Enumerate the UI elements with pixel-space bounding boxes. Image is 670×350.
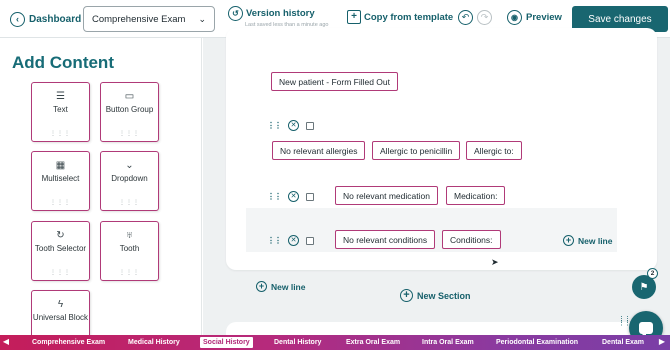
row-checkbox[interactable] [306, 121, 314, 130]
tile-text[interactable]: ☰ Text ⋮⋮⋮ [31, 82, 90, 142]
new-line-label: New line [271, 281, 306, 292]
drag-handle-icon[interactable]: ⋮⋮ [267, 192, 282, 201]
tab-dental-exam[interactable]: Dental Exam [599, 337, 647, 348]
chip-option[interactable]: Allergic to penicillin [372, 141, 461, 160]
row-new-line-button[interactable]: + New line [563, 235, 612, 246]
tooth-icon: ♅ [125, 230, 134, 241]
tab-medical-history[interactable]: Medical History [125, 337, 183, 348]
chip-option[interactable]: Conditions: [442, 230, 501, 249]
chat-bubble-icon [639, 322, 653, 338]
dashboard-label: Dashboard [29, 13, 82, 25]
dashboard-link[interactable]: ‹ Dashboard [10, 10, 81, 28]
mouse-pointer-icon: ➤ [491, 257, 499, 267]
new-line-label: New line [578, 235, 613, 246]
drag-grip-icon: ⋮⋮⋮ [119, 200, 140, 206]
tile-label: Text [53, 105, 68, 114]
plus-icon: + [563, 235, 574, 246]
chip-option[interactable]: No relevant conditions [335, 230, 436, 249]
eye-icon: ◉ [507, 10, 522, 25]
tabs-scroll-right-icon[interactable]: ▶ [656, 337, 668, 346]
tab-extra-oral-exam[interactable]: Extra Oral Exam [343, 337, 403, 348]
add-content-panel: Add Content ☰ Text ⋮⋮⋮ ▭ Button Group ⋮⋮… [0, 38, 202, 335]
lightning-icon: ϟ [57, 299, 64, 310]
chevron-down-icon: ⌄ [125, 160, 134, 171]
drag-handle-icon[interactable]: ⋮⋮ [267, 121, 282, 130]
undo-button[interactable]: ↶ [458, 10, 473, 25]
tab-intra-oral-exam[interactable]: Intra Oral Exam [419, 337, 477, 348]
copy-template-label: Copy from template [364, 11, 454, 23]
drag-grip-icon: ⋮⋮⋮ [119, 131, 140, 137]
plus-icon: + [256, 281, 267, 292]
tile-multiselect[interactable]: ▦ Multiselect ⋮⋮⋮ [31, 151, 90, 211]
exam-select[interactable]: Comprehensive Exam ⌄ [83, 6, 215, 32]
row-controls: ⋮⋮ ✕ [267, 235, 314, 246]
remove-row-icon[interactable]: ✕ [288, 235, 299, 246]
remove-row-icon[interactable]: ✕ [288, 191, 299, 202]
chip-option[interactable]: No relevant medication [335, 186, 438, 205]
tile-tooth[interactable]: ♅ Tooth ⋮⋮⋮ [100, 221, 159, 281]
chip-option[interactable]: Allergic to: [466, 141, 522, 160]
tabs-scroll-left-icon[interactable]: ◀ [0, 337, 12, 346]
tile-universal-block[interactable]: ϟ Universal Block [31, 290, 90, 335]
tile-label: Multiselect [41, 174, 80, 183]
redo-icon: ↷ [477, 10, 492, 25]
tile-label: Button Group [105, 105, 154, 114]
tile-label: Tooth [119, 244, 140, 253]
rotate-icon: ↻ [56, 230, 65, 241]
tile-label: Dropdown [111, 174, 148, 183]
tile-label: Universal Block [32, 313, 89, 322]
tile-button-group[interactable]: ▭ Button Group ⋮⋮⋮ [100, 82, 159, 142]
flag-count-badge: 2 [647, 268, 658, 279]
new-section-label: New Section [417, 290, 471, 301]
tile-tooth-selector[interactable]: ↻ Tooth Selector ⋮⋮⋮ [31, 221, 90, 281]
row-checkbox[interactable] [306, 192, 314, 201]
chevron-left-icon: ‹ [10, 11, 25, 27]
copy-plus-icon: + [347, 10, 361, 24]
preview-label: Preview [526, 12, 562, 23]
drag-handle-icon[interactable]: ⋮⋮ [267, 236, 282, 245]
undo-icon: ↶ [458, 10, 473, 25]
form-canvas: New patient - Form Filled Out ⋮⋮ ✕ No re… [203, 28, 670, 342]
remove-row-icon[interactable]: ✕ [288, 120, 299, 131]
drag-grip-icon: ⋮⋮⋮ [50, 131, 71, 137]
tab-dental-history[interactable]: Dental History [271, 337, 324, 348]
text-lines-icon: ☰ [56, 91, 65, 102]
tile-label: Tooth Selector [34, 244, 87, 253]
chip-option[interactable]: Medication: [446, 186, 506, 205]
section-tab-bar: ◀ Comprehensive Exam Medical History Soc… [0, 335, 670, 350]
row-controls: ⋮⋮ ✕ [267, 191, 314, 202]
button-group-icon: ▭ [124, 91, 135, 102]
drag-grip-icon: ⋮⋮⋮ [50, 270, 71, 276]
grid-icon: ▦ [55, 160, 66, 171]
tile-dropdown[interactable]: ⌄ Dropdown ⋮⋮⋮ [100, 151, 159, 211]
drag-grip-icon: ⋮⋮⋮ [50, 200, 71, 206]
chip-new-patient[interactable]: New patient - Form Filled Out [271, 72, 399, 91]
redo-button[interactable]: ↷ [477, 10, 492, 25]
add-content-title: Add Content [12, 53, 114, 72]
tab-comprehensive-exam[interactable]: Comprehensive Exam [29, 337, 108, 348]
tab-social-history[interactable]: Social History [200, 337, 253, 348]
section-new-line-button[interactable]: + New line [256, 281, 305, 292]
plus-icon: + [400, 289, 413, 302]
preview-button[interactable]: ◉ Preview [507, 10, 562, 25]
copy-from-template-button[interactable]: + Copy from template [347, 10, 453, 24]
flag-icon: ⚑ [639, 281, 649, 293]
tab-periodontal-examination[interactable]: Periodontal Examination [493, 337, 581, 348]
history-icon: ↺ [228, 6, 243, 21]
chip-option[interactable]: No relevant allergies [272, 141, 366, 160]
section-card: New patient - Form Filled Out ⋮⋮ ✕ No re… [226, 28, 657, 292]
chevron-down-icon: ⌄ [198, 13, 206, 24]
drag-grip-icon: ⋮⋮⋮ [119, 270, 140, 276]
version-history-label: Version history [246, 8, 315, 19]
new-section-button[interactable]: + New Section [400, 289, 471, 302]
exam-select-value: Comprehensive Exam [92, 13, 186, 25]
row-checkbox[interactable] [306, 236, 314, 245]
row-controls: ⋮⋮ ✕ [267, 120, 314, 131]
